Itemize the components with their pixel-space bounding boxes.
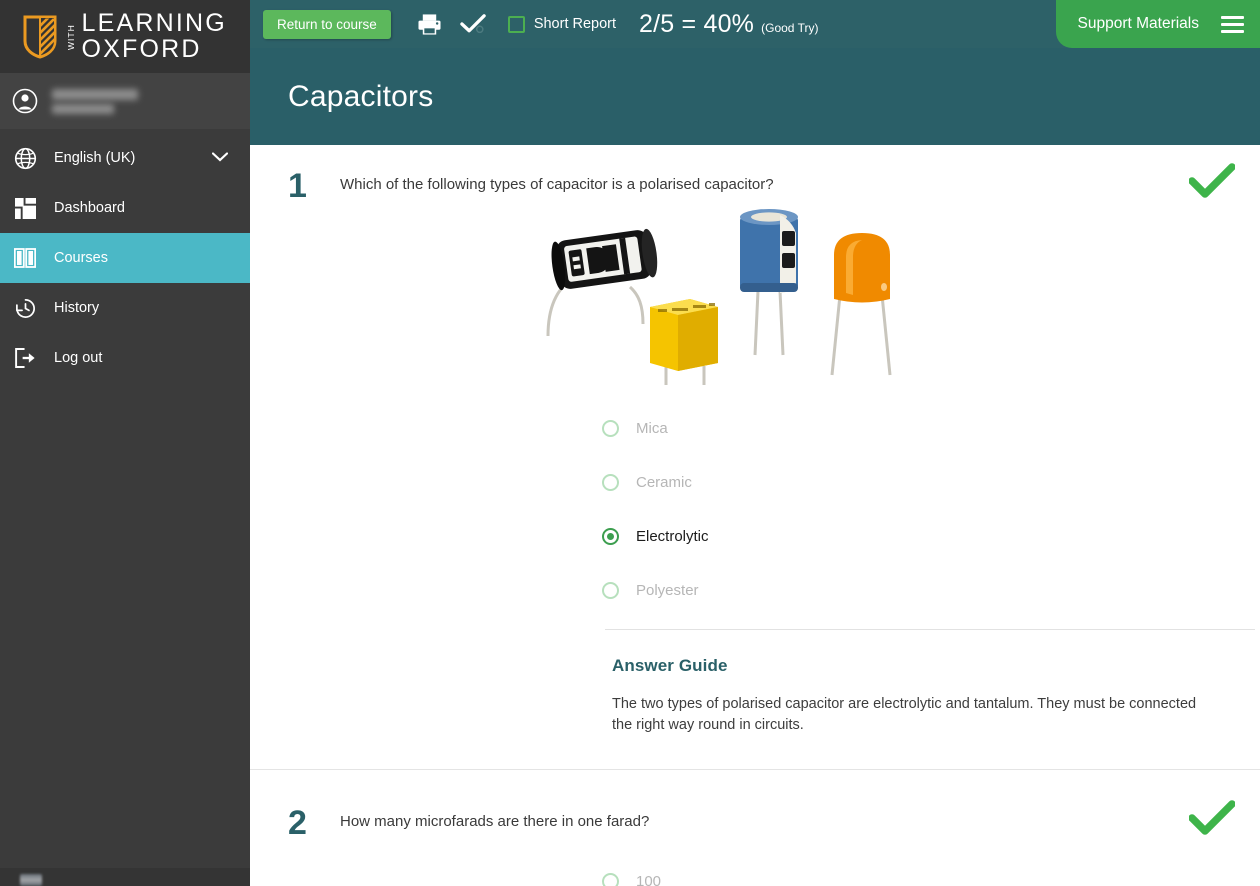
book-icon (12, 245, 38, 271)
radio-icon[interactable] (602, 872, 619, 886)
sidebar-item-label: Log out (54, 350, 103, 366)
answer-options: 100 (250, 840, 1260, 886)
correct-tick-icon (1189, 163, 1235, 198)
option-row-selected[interactable]: Electrolytic (602, 509, 1260, 563)
brand-with-word: WITH (66, 24, 77, 50)
question-header: 1 Which of the following types of capaci… (250, 167, 1260, 203)
brand-logo[interactable]: WITH LEARNING OXFORD (0, 0, 250, 73)
option-label: Electrolytic (636, 527, 709, 545)
page-title-band: Capacitors (250, 48, 1260, 145)
hamburger-icon[interactable] (1221, 15, 1244, 33)
page-title: Capacitors (288, 79, 434, 113)
support-materials-label: Support Materials (1077, 15, 1199, 32)
question-number: 1 (288, 167, 307, 205)
shield-logo-icon (23, 15, 57, 59)
toolbar: Return to course Short Report 2/5 = 40% … (250, 0, 1260, 48)
option-row[interactable]: Mica (602, 401, 1260, 455)
option-label: Ceramic (636, 473, 692, 491)
score-value: 2/5 = 40% (639, 9, 755, 38)
option-row[interactable]: 100 (602, 854, 1260, 886)
printer-icon[interactable] (408, 0, 452, 48)
question-block: 2 How many microfarads are there in one … (250, 770, 1260, 886)
sidebar-item-language[interactable]: English (UK) (0, 133, 250, 183)
option-label: Mica (636, 419, 668, 437)
clock-history-icon (12, 295, 38, 321)
radio-icon[interactable] (602, 473, 619, 491)
checkbox-box[interactable] (507, 15, 525, 33)
avatar-icon (12, 88, 38, 114)
question-header: 2 How many microfarads are there in one … (250, 804, 1260, 840)
brand-line-1: LEARNING (81, 9, 227, 37)
logout-icon (12, 345, 38, 371)
score-display: 2/5 = 40% (Good Try) (639, 10, 818, 39)
option-label: 100 (636, 872, 662, 886)
radio-icon[interactable] (602, 581, 619, 599)
sidebar-footer (0, 868, 250, 886)
user-profile[interactable]: Student Name Role (0, 73, 250, 129)
brand-wordmark: WITH LEARNING OXFORD (66, 9, 227, 63)
question-text: Which of the following types of capacito… (340, 176, 774, 193)
main-content: Return to course Short Report 2/5 = 40% … (250, 0, 1260, 886)
chevron-down-icon[interactable] (211, 150, 229, 166)
user-name: Student Name (52, 88, 138, 100)
question-image (250, 203, 1260, 393)
answer-guide-text: The two types of polarised capacitor are… (612, 696, 1197, 734)
score-note: (Good Try) (761, 20, 819, 35)
short-report-checkbox[interactable]: Short Report (507, 15, 617, 33)
radio-icon[interactable] (602, 419, 619, 437)
sidebar-item-history[interactable]: History (0, 283, 250, 333)
user-role: Role (52, 103, 114, 114)
quiz-review-page: WITH LEARNING OXFORD Student Name Role (0, 0, 1260, 886)
sidebar-item-courses[interactable]: Courses (0, 233, 250, 283)
answer-guide-title: Answer Guide (612, 656, 728, 675)
answer-options: Mica Ceramic Electrolytic Polyester (250, 393, 1260, 617)
answer-guide: Answer Guide The two types of polarised … (250, 630, 1260, 736)
check-mark-icon[interactable] (452, 0, 496, 48)
capacitor-photo (546, 209, 892, 385)
sidebar-item-label: English (UK) (54, 150, 136, 166)
sidebar-item-logout[interactable]: Log out (0, 333, 250, 383)
questions-list: 1 Which of the following types of capaci… (250, 145, 1260, 886)
sidebar-nav: English (UK) Dashboard Courses History L… (0, 129, 250, 383)
sidebar-item-label: Courses (54, 250, 108, 266)
support-materials-button[interactable]: Support Materials (1055, 0, 1260, 48)
option-row[interactable]: Ceramic (602, 455, 1260, 509)
question-text: How many microfarads are there in one fa… (340, 813, 650, 831)
short-report-label: Short Report (533, 16, 617, 32)
sidebar-item-label: Dashboard (54, 200, 125, 216)
brand-line-2: OXFORD (81, 34, 202, 63)
sidebar: WITH LEARNING OXFORD Student Name Role (0, 0, 250, 886)
return-to-course-button[interactable]: Return to course (263, 9, 391, 39)
correct-tick-icon (1189, 800, 1235, 835)
question-number: 2 (288, 804, 307, 843)
question-block: 1 Which of the following types of capaci… (250, 145, 1260, 771)
sidebar-item-label: History (54, 300, 100, 316)
option-row[interactable]: Polyester (602, 563, 1260, 617)
grid-icon (12, 195, 38, 221)
sidebar-item-dashboard[interactable]: Dashboard (0, 183, 250, 233)
footer-partial-icon (20, 874, 42, 886)
option-label: Polyester (636, 581, 699, 599)
radio-icon[interactable] (602, 527, 619, 545)
globe-icon (12, 145, 38, 171)
